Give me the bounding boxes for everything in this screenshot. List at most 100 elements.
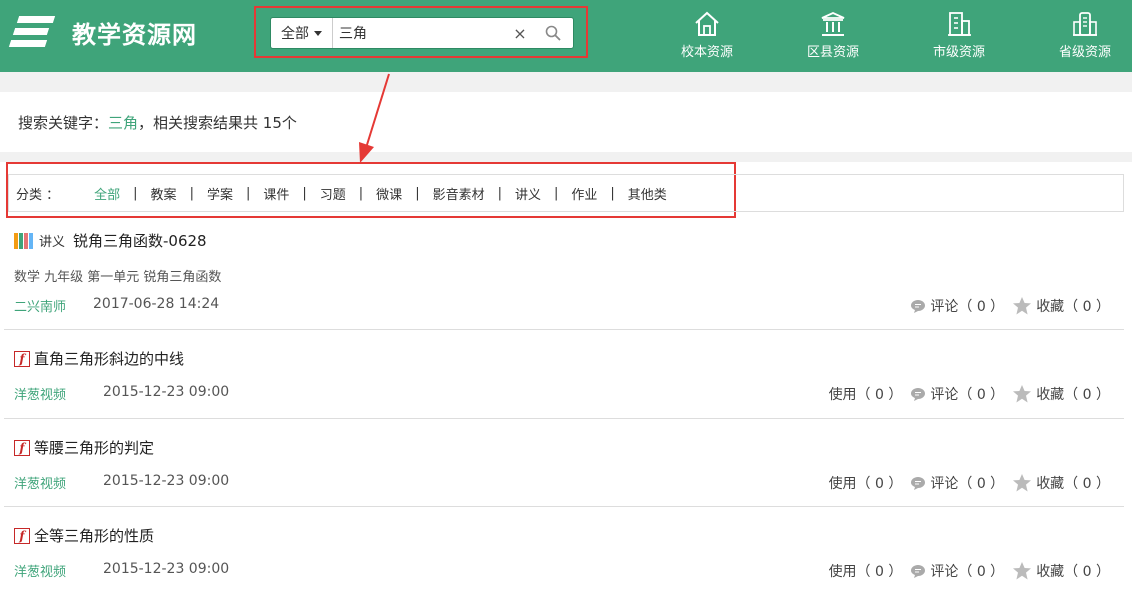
- school-icon: [695, 11, 719, 36]
- comments-stat[interactable]: 评论（ 0 ）: [910, 561, 1004, 581]
- comments-count: 评论（ 0 ）: [930, 387, 1005, 403]
- category-media[interactable]: 影音素材: [420, 184, 498, 203]
- result-author[interactable]: 洋葱视频: [14, 473, 66, 492]
- category-other[interactable]: 其他类: [615, 184, 680, 203]
- result-author[interactable]: 二兴南师: [14, 296, 66, 315]
- search-input[interactable]: 三角: [333, 23, 507, 43]
- nav-school-resources[interactable]: 校本资源: [662, 10, 752, 60]
- result-subtitle: 数学 九年级 第一单元 锐角三角函数: [14, 270, 222, 285]
- uses-stat: 使用（ 0 ）: [828, 476, 903, 492]
- result-author[interactable]: 洋葱视频: [14, 561, 66, 580]
- result-stats: 使用（ 0 ） 评论（ 0 ） 收藏（ 0 ）: [821, 561, 1110, 581]
- result-stats: 使用（ 0 ） 评论（ 0 ） 收藏（ 0 ）: [821, 473, 1110, 493]
- uses-stat: 使用（ 0 ）: [828, 564, 903, 580]
- comments-count: 评论（ 0 ）: [930, 564, 1005, 580]
- result-title-row[interactable]: f 等腰三角形的判定: [14, 437, 154, 458]
- government-building-icon: [821, 12, 845, 36]
- nav-label: 省级资源: [1058, 45, 1111, 60]
- logo-mark-icon: [8, 12, 56, 52]
- comments-count: 评论（ 0 ）: [930, 476, 1005, 492]
- favorites-count: 收藏（ 0 ）: [1036, 387, 1110, 403]
- result-item: f 直角三角形斜边的中线 洋葱视频 2015-12-23 09:00 使用（ 0…: [4, 330, 1124, 419]
- category-homework[interactable]: 作业: [558, 184, 610, 203]
- search-highlight-box: 全部 三角 ×: [254, 6, 588, 58]
- star-icon: [1013, 474, 1032, 492]
- favorites-count: 收藏（ 0 ）: [1036, 476, 1110, 492]
- office-building-icon: [948, 12, 971, 36]
- comment-icon: [911, 477, 926, 490]
- separator-band: [0, 72, 1132, 92]
- favorites-count: 收藏（ 0 ）: [1036, 299, 1110, 315]
- category-handout[interactable]: 讲义: [502, 184, 554, 203]
- result-title[interactable]: 直角三角形斜边的中线: [34, 348, 184, 369]
- result-type: 讲义: [39, 235, 66, 250]
- search-bar: 全部 三角 ×: [270, 17, 574, 49]
- favorites-stat[interactable]: 收藏（ 0 ）: [1012, 384, 1110, 404]
- search-summary-prefix: 搜索关键字：: [18, 114, 109, 132]
- nav-city-resources[interactable]: 市级资源: [914, 10, 1004, 60]
- handout-icon: [14, 232, 33, 249]
- favorites-count: 收藏（ 0 ）: [1036, 564, 1110, 580]
- search-scope-label: 全部: [281, 26, 309, 42]
- star-icon: [1013, 385, 1032, 403]
- search-icon: [545, 25, 561, 41]
- category-lesson-plan[interactable]: 教案: [138, 184, 190, 203]
- search-scope-dropdown[interactable]: 全部: [271, 18, 333, 48]
- comments-count: 评论（ 0 ）: [930, 299, 1005, 315]
- comments-stat[interactable]: 评论（ 0 ）: [910, 473, 1004, 493]
- category-filter-bar: 分类 ： 全部 | 教案 | 学案 | 课件 | 习题 | 微课 | 影音素材 …: [8, 174, 1124, 212]
- result-title[interactable]: 锐角三角函数-0628: [73, 230, 207, 251]
- result-title-row[interactable]: f 全等三角形的性质: [14, 525, 154, 546]
- category-courseware[interactable]: 课件: [250, 184, 302, 203]
- category-study-plan[interactable]: 学案: [194, 184, 246, 203]
- result-title[interactable]: 全等三角形的性质: [34, 525, 154, 546]
- favorites-stat[interactable]: 收藏（ 0 ）: [1012, 561, 1110, 581]
- result-title-row[interactable]: 讲义 锐角三角函数-0628: [14, 230, 207, 251]
- result-item: 讲义 锐角三角函数-0628 数学 九年级 第一单元 锐角三角函数 二兴南师 2…: [4, 218, 1124, 330]
- category-label: 分类 ：: [16, 187, 60, 203]
- search-summary: 搜索关键字：三角，相关搜索结果共 15个: [18, 112, 297, 133]
- nav-district-resources[interactable]: 区县资源: [788, 10, 878, 60]
- uses-stat: 使用（ 0 ）: [828, 387, 903, 403]
- nav-label: 校本资源: [680, 45, 733, 60]
- result-item: f 等腰三角形的判定 洋葱视频 2015-12-23 09:00 使用（ 0 ）…: [4, 419, 1124, 507]
- result-date: 2015-12-23 09:00: [103, 473, 230, 489]
- favorites-stat[interactable]: 收藏（ 0 ）: [1012, 296, 1110, 316]
- nav-label: 区县资源: [806, 45, 859, 60]
- result-title-row[interactable]: f 直角三角形斜边的中线: [14, 348, 184, 369]
- comments-stat[interactable]: 评论（ 0 ）: [910, 296, 1004, 316]
- comment-icon: [911, 388, 926, 401]
- city-buildings-icon: [1073, 12, 1097, 36]
- result-title[interactable]: 等腰三角形的判定: [34, 437, 154, 458]
- result-date: 2015-12-23 09:00: [103, 561, 230, 577]
- nav-label: 市级资源: [932, 45, 985, 60]
- search-button[interactable]: [533, 25, 573, 41]
- separator-band: [0, 152, 1132, 162]
- nav-province-resources[interactable]: 省级资源: [1040, 10, 1130, 60]
- chevron-down-icon: [314, 30, 322, 36]
- category-all[interactable]: 全部: [81, 184, 133, 203]
- clear-search-button[interactable]: ×: [507, 24, 533, 43]
- search-result-count: ，相关搜索结果共 15个: [138, 114, 297, 132]
- top-header: 教学资源网 全部 三角 × 校本资源 区县资源 市级资源 省级资源: [0, 0, 1132, 72]
- flash-file-icon: f: [14, 350, 30, 367]
- flash-file-icon: f: [14, 439, 30, 456]
- comments-stat[interactable]: 评论（ 0 ）: [910, 384, 1004, 404]
- category-micro-lesson[interactable]: 微课: [363, 184, 415, 203]
- comment-icon: [911, 300, 926, 313]
- result-author[interactable]: 洋葱视频: [14, 384, 66, 403]
- search-keyword: 三角: [108, 114, 139, 132]
- result-stats: 评论（ 0 ） 收藏（ 0 ）: [902, 296, 1110, 316]
- comment-icon: [911, 565, 926, 578]
- site-name: 教学资源网: [72, 20, 197, 49]
- flash-file-icon: f: [14, 527, 30, 544]
- site-logo[interactable]: 教学资源网: [8, 12, 197, 52]
- star-icon: [1013, 297, 1032, 315]
- star-icon: [1013, 562, 1032, 580]
- result-stats: 使用（ 0 ） 评论（ 0 ） 收藏（ 0 ）: [821, 384, 1110, 404]
- category-exercises[interactable]: 习题: [307, 184, 359, 203]
- favorites-stat[interactable]: 收藏（ 0 ）: [1012, 473, 1110, 493]
- result-item: f 全等三角形的性质 洋葱视频 2015-12-23 09:00 使用（ 0 ）…: [4, 507, 1124, 593]
- result-date: 2015-12-23 09:00: [103, 384, 230, 400]
- result-date: 2017-06-28 14:24: [93, 296, 220, 312]
